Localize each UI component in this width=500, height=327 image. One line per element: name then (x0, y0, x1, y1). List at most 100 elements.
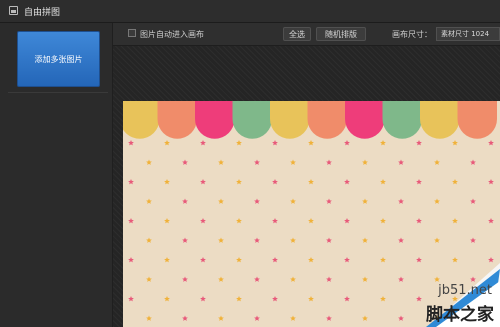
star (146, 237, 152, 243)
star (128, 296, 134, 302)
select-all-button[interactable]: 全选 (283, 27, 311, 41)
image-icon (9, 6, 18, 15)
star (416, 179, 422, 185)
star (146, 159, 152, 165)
watermark: jb51.net 脚本之家 (340, 255, 500, 327)
auto-enter-checkbox[interactable] (128, 29, 136, 37)
star (218, 198, 224, 204)
star (236, 179, 242, 185)
star (488, 218, 494, 224)
star (200, 218, 206, 224)
star (182, 276, 188, 282)
star (362, 237, 368, 243)
scallop (195, 101, 235, 139)
scallop (420, 101, 460, 139)
star (164, 257, 170, 263)
star (416, 218, 422, 224)
star (362, 159, 368, 165)
star (254, 198, 260, 204)
star (344, 179, 350, 185)
star (290, 276, 296, 282)
star (290, 198, 296, 204)
star (290, 237, 296, 243)
star (128, 179, 134, 185)
star (398, 159, 404, 165)
star (218, 159, 224, 165)
star (146, 198, 152, 204)
star (290, 315, 296, 321)
star (362, 198, 368, 204)
random-layout-button[interactable]: 随机排版 (316, 27, 366, 41)
star (254, 237, 260, 243)
star (416, 140, 422, 146)
star (164, 218, 170, 224)
star (434, 237, 440, 243)
star (452, 140, 458, 146)
star (218, 315, 224, 321)
star (254, 276, 260, 282)
star (218, 276, 224, 282)
star (236, 218, 242, 224)
star (236, 257, 242, 263)
star (200, 140, 206, 146)
star (326, 159, 332, 165)
star (308, 179, 314, 185)
star (272, 140, 278, 146)
star (434, 159, 440, 165)
star (470, 198, 476, 204)
star (326, 237, 332, 243)
star (344, 140, 350, 146)
star (272, 179, 278, 185)
star (398, 237, 404, 243)
star (488, 140, 494, 146)
star (128, 140, 134, 146)
star (488, 179, 494, 185)
sidebar: 添加多张图片 (0, 23, 113, 327)
star (452, 218, 458, 224)
star (380, 218, 386, 224)
star (470, 237, 476, 243)
canvas-size-label: 画布尺寸： (392, 30, 432, 39)
canvas-size-select[interactable]: 素材尺寸 1024 (436, 27, 500, 41)
star (308, 257, 314, 263)
star (236, 140, 242, 146)
star (308, 296, 314, 302)
scallop (382, 101, 422, 139)
star (254, 315, 260, 321)
scallop (270, 101, 310, 139)
star (218, 237, 224, 243)
star (164, 140, 170, 146)
star (200, 257, 206, 263)
star (272, 257, 278, 263)
watermark-name: 脚本之家 (426, 305, 494, 325)
star (272, 218, 278, 224)
star (182, 159, 188, 165)
star (470, 159, 476, 165)
title-bar: 自由拼图 (0, 0, 500, 23)
scallop (307, 101, 347, 139)
scallop (157, 101, 197, 139)
auto-enter-label[interactable]: 图片自动进入画布 (140, 29, 204, 40)
star (254, 159, 260, 165)
divider (8, 92, 108, 93)
star (308, 218, 314, 224)
star (182, 237, 188, 243)
star (380, 140, 386, 146)
star (308, 140, 314, 146)
star (236, 296, 242, 302)
toolbar: 图片自动进入画布 全选 随机排版 画布尺寸： 素材尺寸 1024 (113, 23, 500, 46)
star (326, 315, 332, 321)
star (326, 198, 332, 204)
star (398, 198, 404, 204)
star (326, 276, 332, 282)
star (146, 315, 152, 321)
star (164, 179, 170, 185)
star (380, 179, 386, 185)
star (128, 218, 134, 224)
scallop (345, 101, 385, 139)
star (182, 198, 188, 204)
star (146, 276, 152, 282)
scallop (123, 101, 160, 139)
scallop (457, 101, 497, 139)
add-images-button[interactable]: 添加多张图片 (17, 31, 100, 87)
